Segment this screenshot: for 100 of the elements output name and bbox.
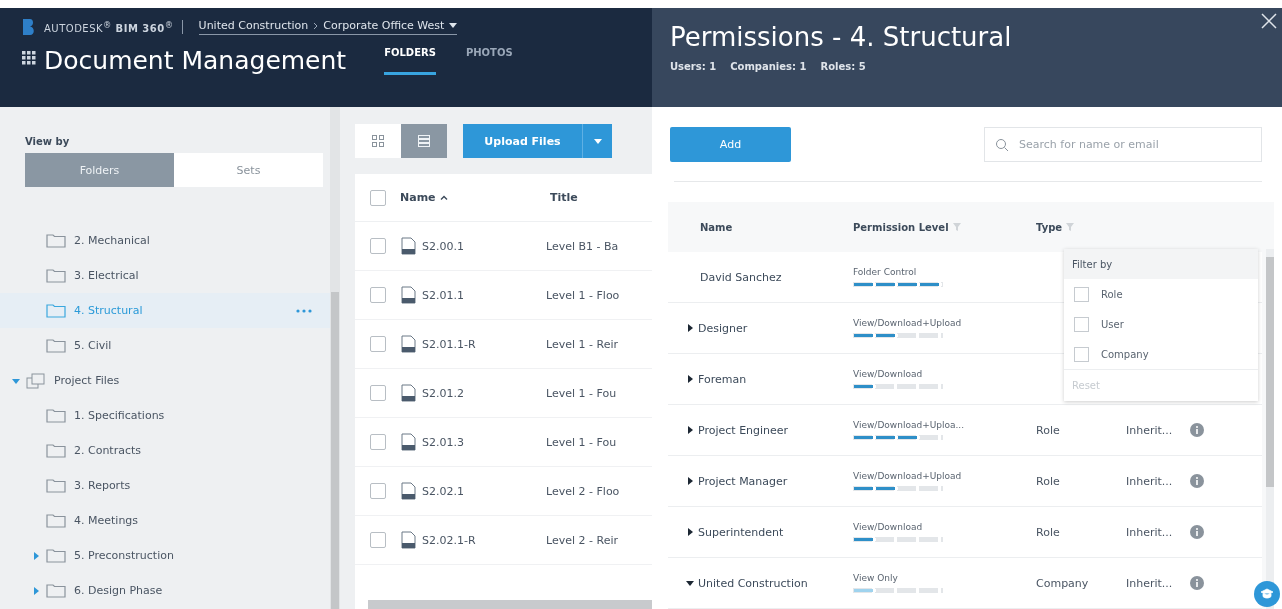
tree-item[interactable]: 3. Reports bbox=[0, 468, 330, 503]
folder-icon bbox=[46, 583, 66, 598]
filter-option-label: User bbox=[1101, 318, 1124, 330]
tree-item[interactable]: 2. Mechanical bbox=[0, 223, 330, 258]
caret-icon[interactable] bbox=[449, 23, 458, 28]
column-header[interactable]: Title bbox=[550, 191, 578, 204]
permission-level[interactable]: View/Download bbox=[853, 522, 1036, 532]
upload-menu-button[interactable] bbox=[582, 124, 612, 158]
scrollbar[interactable] bbox=[1266, 249, 1274, 609]
sort-up-icon[interactable] bbox=[439, 195, 448, 200]
file-name[interactable]: S2.01.2 bbox=[422, 386, 546, 400]
breadcrumb-link[interactable]: United Construction bbox=[198, 19, 309, 32]
search-input[interactable]: Search for name or email bbox=[1017, 137, 1261, 152]
expand-caret-icon[interactable] bbox=[686, 579, 694, 587]
file-title: Level 1 - Floo bbox=[546, 288, 620, 302]
row-checkbox[interactable] bbox=[370, 336, 386, 352]
panel-stat: Companies: 1 bbox=[730, 61, 807, 72]
list-view-button[interactable] bbox=[401, 124, 447, 158]
grid-icon bbox=[372, 135, 384, 147]
tree-item[interactable]: Project Files bbox=[0, 363, 330, 398]
folder-icon bbox=[46, 513, 66, 528]
tree-item[interactable]: 2. Contracts bbox=[0, 433, 330, 468]
filter-checkbox[interactable] bbox=[1074, 316, 1089, 332]
file-name[interactable]: S2.01.1-R bbox=[422, 337, 546, 351]
folder-icon bbox=[46, 443, 66, 458]
inherit-status: Inherit... bbox=[1126, 474, 1174, 488]
file-title: Level 1 - Fou bbox=[546, 386, 617, 400]
filter-title: Filter by bbox=[1064, 249, 1258, 279]
file-name[interactable]: S2.02.1-R bbox=[422, 533, 546, 547]
row-checkbox[interactable] bbox=[370, 483, 386, 499]
folder-icon bbox=[46, 303, 66, 318]
file-name[interactable]: S2.00.1 bbox=[422, 239, 546, 253]
permission-level[interactable]: View/Download+Uploa... bbox=[853, 420, 1036, 430]
filter-option-label: Company bbox=[1101, 348, 1149, 360]
info-icon[interactable] bbox=[1190, 576, 1204, 590]
inherit-status: Inherit... bbox=[1126, 525, 1174, 539]
permission-level[interactable]: View/Download+Upload bbox=[853, 471, 1036, 481]
member-name: Project Manager bbox=[698, 474, 788, 488]
column-header[interactable]: Name bbox=[400, 191, 436, 204]
tree-item-label: 2. Contracts bbox=[74, 444, 142, 457]
member-name: United Construction bbox=[698, 576, 808, 590]
folder-icon bbox=[46, 478, 66, 493]
member-type: Role bbox=[1036, 525, 1061, 539]
permission-level[interactable]: View Only bbox=[853, 573, 1036, 583]
folder-icon bbox=[46, 338, 66, 353]
filter-option-label: Role bbox=[1101, 288, 1123, 300]
row-checkbox[interactable] bbox=[370, 287, 386, 303]
tree-item[interactable]: 5. Preconstruction bbox=[0, 538, 330, 573]
file-name[interactable]: S2.01.3 bbox=[422, 435, 546, 449]
file-title: Level 2 - Floo bbox=[546, 484, 620, 498]
file-title: Level B1 - Ba bbox=[546, 239, 619, 253]
help-button[interactable] bbox=[1254, 581, 1280, 607]
filter-checkbox[interactable] bbox=[1074, 346, 1089, 362]
close-icon bbox=[1261, 13, 1277, 29]
nav-tab[interactable]: FOLDERS bbox=[384, 47, 436, 75]
scrollbar[interactable] bbox=[330, 107, 340, 609]
tree-item-label: 4. Meetings bbox=[74, 514, 139, 527]
tree-item[interactable]: 4. Meetings bbox=[0, 503, 330, 538]
search-icon bbox=[995, 137, 1009, 152]
folder-icon bbox=[46, 233, 66, 248]
filter-checkbox[interactable] bbox=[1074, 286, 1089, 302]
select-all-checkbox[interactable] bbox=[370, 189, 386, 206]
tree-item[interactable]: 5. Civil bbox=[0, 328, 330, 363]
more-options-icon[interactable] bbox=[296, 308, 312, 313]
expand-caret-icon[interactable] bbox=[686, 528, 694, 536]
tree-item[interactable]: 3. Electrical bbox=[0, 258, 330, 293]
expand-caret-icon[interactable] bbox=[686, 426, 694, 434]
chevron-right-icon bbox=[313, 21, 319, 30]
file-name[interactable]: S2.02.1 bbox=[422, 484, 546, 498]
search-field[interactable]: Search for name or email bbox=[984, 127, 1262, 162]
expand-caret-icon[interactable] bbox=[686, 477, 694, 485]
permission-level[interactable]: View/Download+Upload bbox=[853, 318, 1036, 328]
info-icon[interactable] bbox=[1190, 423, 1204, 437]
apps-grid-icon[interactable] bbox=[22, 51, 36, 65]
breadcrumb-link[interactable]: Corporate Office West bbox=[323, 19, 445, 32]
expand-caret-icon[interactable] bbox=[686, 324, 694, 332]
folder-icon bbox=[46, 408, 66, 423]
permission-level[interactable]: Folder Control bbox=[853, 267, 1036, 277]
info-icon[interactable] bbox=[1190, 525, 1204, 539]
pdf-file-icon bbox=[400, 433, 416, 451]
tree-item-label: Project Files bbox=[54, 374, 120, 387]
pdf-file-icon bbox=[400, 482, 416, 500]
row-checkbox[interactable] bbox=[370, 238, 386, 254]
logo-icon bbox=[22, 18, 36, 36]
permission-level[interactable]: View/Download bbox=[853, 369, 1036, 379]
row-checkbox[interactable] bbox=[370, 434, 386, 450]
row-checkbox[interactable] bbox=[370, 385, 386, 401]
tree-item-label: 2. Mechanical bbox=[74, 234, 150, 247]
expand-caret-icon[interactable] bbox=[686, 375, 694, 383]
horizontal-scrollbar[interactable] bbox=[368, 600, 652, 609]
tree-item[interactable]: 1. Specifications bbox=[0, 398, 330, 433]
file-name[interactable]: S2.01.1 bbox=[422, 288, 546, 302]
member-name: Designer bbox=[698, 321, 748, 335]
column-header: Name bbox=[700, 221, 733, 233]
row-checkbox[interactable] bbox=[370, 532, 386, 548]
grid-view-button[interactable] bbox=[355, 124, 401, 158]
nav-tab[interactable]: PHOTOS bbox=[465, 47, 513, 75]
pdf-file-icon bbox=[400, 384, 416, 402]
info-icon[interactable] bbox=[1190, 474, 1204, 488]
tree-item[interactable]: 6. Design Phase bbox=[0, 573, 330, 608]
